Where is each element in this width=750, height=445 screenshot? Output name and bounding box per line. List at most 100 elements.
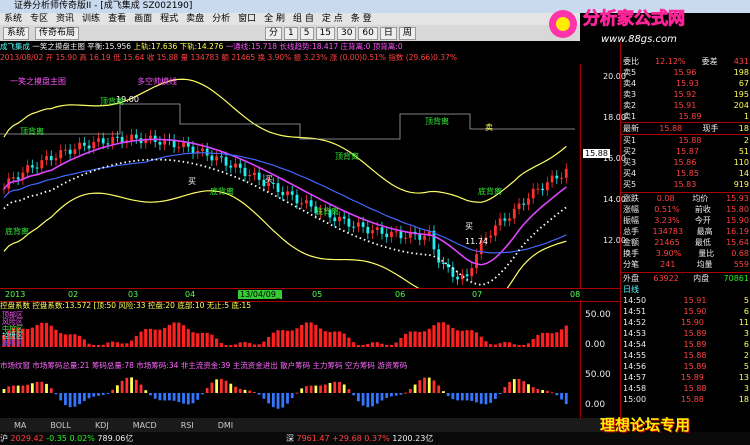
candle-body bbox=[371, 230, 374, 234]
control-bar bbox=[281, 330, 285, 347]
market-chip-chart[interactable] bbox=[0, 371, 580, 416]
chip-bar bbox=[97, 393, 100, 396]
candle-body bbox=[394, 231, 398, 233]
chip-bar bbox=[508, 381, 511, 393]
period-button-0[interactable]: 分 bbox=[265, 26, 283, 40]
period-button-5[interactable]: 60 bbox=[358, 26, 378, 40]
chip-bar bbox=[550, 392, 554, 394]
waipan-value: 63922 bbox=[653, 274, 679, 283]
candle-body bbox=[215, 156, 219, 161]
chip-bar bbox=[333, 381, 337, 393]
control-bar bbox=[172, 322, 176, 347]
home-button[interactable]: 系统 bbox=[3, 26, 30, 40]
quote-row: 买4 15.85 14 bbox=[621, 168, 750, 179]
balance-value: 平衡:15.956 bbox=[87, 42, 132, 51]
menu-item-12[interactable]: 定 点 bbox=[318, 13, 347, 25]
chip-bar bbox=[153, 393, 157, 399]
chip-bar bbox=[224, 380, 228, 393]
menu-item-5[interactable]: 画面 bbox=[130, 13, 156, 25]
tab-rsi[interactable]: RSI bbox=[181, 421, 194, 430]
control-bar bbox=[267, 337, 271, 347]
latest-price: 15.88 bbox=[659, 124, 683, 133]
menu-item-6[interactable]: 程式 bbox=[156, 13, 182, 25]
tick-volume: 3 bbox=[743, 384, 749, 393]
tab-kdj[interactable]: KDJ bbox=[95, 421, 109, 430]
candle-body bbox=[517, 203, 521, 209]
stat-value: 15.80 bbox=[726, 205, 749, 214]
menu-item-2[interactable]: 资讯 bbox=[52, 13, 78, 25]
candle-body bbox=[356, 222, 360, 227]
signal-label: 卖 bbox=[485, 123, 493, 132]
period-button-2[interactable]: 5 bbox=[299, 26, 314, 40]
chip-bar bbox=[267, 393, 270, 404]
chip-bar bbox=[30, 383, 34, 393]
main-kline-chart[interactable]: 一笑之摸盘主图 多空帅模线 19.00 11.74 顶背离顶背离顶背离顶背离底背… bbox=[0, 64, 580, 288]
period-button-3[interactable]: 15 bbox=[315, 26, 335, 40]
chip-bar bbox=[465, 393, 469, 401]
signal-label: 底背离 bbox=[210, 186, 234, 196]
tab-dmi[interactable]: DMI bbox=[218, 421, 233, 430]
chip-bar bbox=[522, 381, 526, 393]
chip-bar bbox=[45, 383, 48, 393]
period-button-6[interactable]: 日 bbox=[379, 26, 397, 40]
control-coefficient-chart[interactable]: 顶部区风险区中控区控盘区底部区 bbox=[0, 311, 580, 347]
control-bar bbox=[82, 339, 86, 347]
menu-item-7[interactable]: 卖盘 bbox=[182, 13, 208, 25]
tick-time: 14:57 bbox=[623, 373, 647, 382]
candle-body bbox=[437, 249, 441, 263]
menu-item-13[interactable]: 条 登 bbox=[347, 13, 376, 25]
period-button-4[interactable]: 30 bbox=[336, 26, 357, 40]
candle-body bbox=[512, 208, 516, 219]
tick-list: 14:50 15.91 5 14:51 15.90 6 14:52 15.90 11 14:53 1… bbox=[621, 295, 750, 405]
tab-boll[interactable]: BOLL bbox=[50, 421, 71, 430]
chip-bar bbox=[262, 393, 266, 399]
tab-macd[interactable]: MACD bbox=[133, 421, 157, 430]
tick-time: 14:58 bbox=[623, 384, 647, 393]
control-bar bbox=[215, 338, 219, 347]
chip-bar bbox=[167, 393, 171, 401]
control-bar bbox=[394, 342, 398, 347]
daily-tab[interactable]: 日线 bbox=[623, 284, 639, 295]
chip-bar bbox=[116, 385, 119, 393]
control-bar bbox=[186, 329, 190, 347]
menu-item-0[interactable]: 系统 bbox=[0, 13, 26, 25]
menu-item-9[interactable]: 窗口 bbox=[234, 13, 260, 25]
menu-item-8[interactable]: 分析 bbox=[208, 13, 234, 25]
chip-bar bbox=[555, 393, 559, 396]
chip-bar bbox=[295, 392, 299, 394]
quote-row: 买1 15.88 2 bbox=[621, 135, 750, 146]
candle-body bbox=[423, 235, 426, 240]
chip-bar bbox=[484, 393, 488, 405]
stat-value: 15.90 bbox=[726, 216, 749, 225]
candle-body bbox=[380, 227, 384, 234]
sh-pct: 0.02% bbox=[69, 434, 95, 443]
chip-bar bbox=[564, 393, 568, 405]
menu-item-1[interactable]: 专区 bbox=[26, 13, 52, 25]
control-bar bbox=[181, 325, 186, 347]
menu-item-4[interactable]: 查看 bbox=[104, 13, 130, 25]
menu-item-11[interactable]: 组 自 bbox=[289, 13, 318, 25]
candle-body bbox=[418, 234, 422, 240]
tick-row: 14:55 15.88 2 bbox=[621, 350, 750, 361]
period-button-1[interactable]: 1 bbox=[284, 26, 298, 40]
candle-body bbox=[475, 254, 478, 269]
row-label: 买4 bbox=[623, 169, 637, 178]
stat-key: 均价 bbox=[692, 194, 709, 203]
menu-item-3[interactable]: 训练 bbox=[78, 13, 104, 25]
control-bar bbox=[389, 345, 394, 347]
chip-bar bbox=[106, 393, 110, 394]
control-bar bbox=[493, 344, 497, 347]
stat-value: 0.08 bbox=[656, 194, 675, 203]
date-tick: 08 bbox=[570, 290, 581, 299]
control-bar bbox=[352, 342, 356, 347]
tab-ma[interactable]: MA bbox=[14, 421, 26, 430]
row-price: 15.89 bbox=[678, 112, 702, 121]
control-bar bbox=[550, 333, 554, 347]
layout-button[interactable]: 传奇布局 bbox=[35, 26, 80, 40]
menu-item-10[interactable]: 全 刷 bbox=[260, 13, 289, 25]
period-button-7[interactable]: 周 bbox=[398, 26, 416, 40]
chip-bar bbox=[560, 393, 563, 400]
chip-bar bbox=[201, 393, 204, 395]
stat-value: 21465 bbox=[654, 238, 680, 247]
upper-band-value: 上轨:17.636 bbox=[133, 42, 178, 51]
